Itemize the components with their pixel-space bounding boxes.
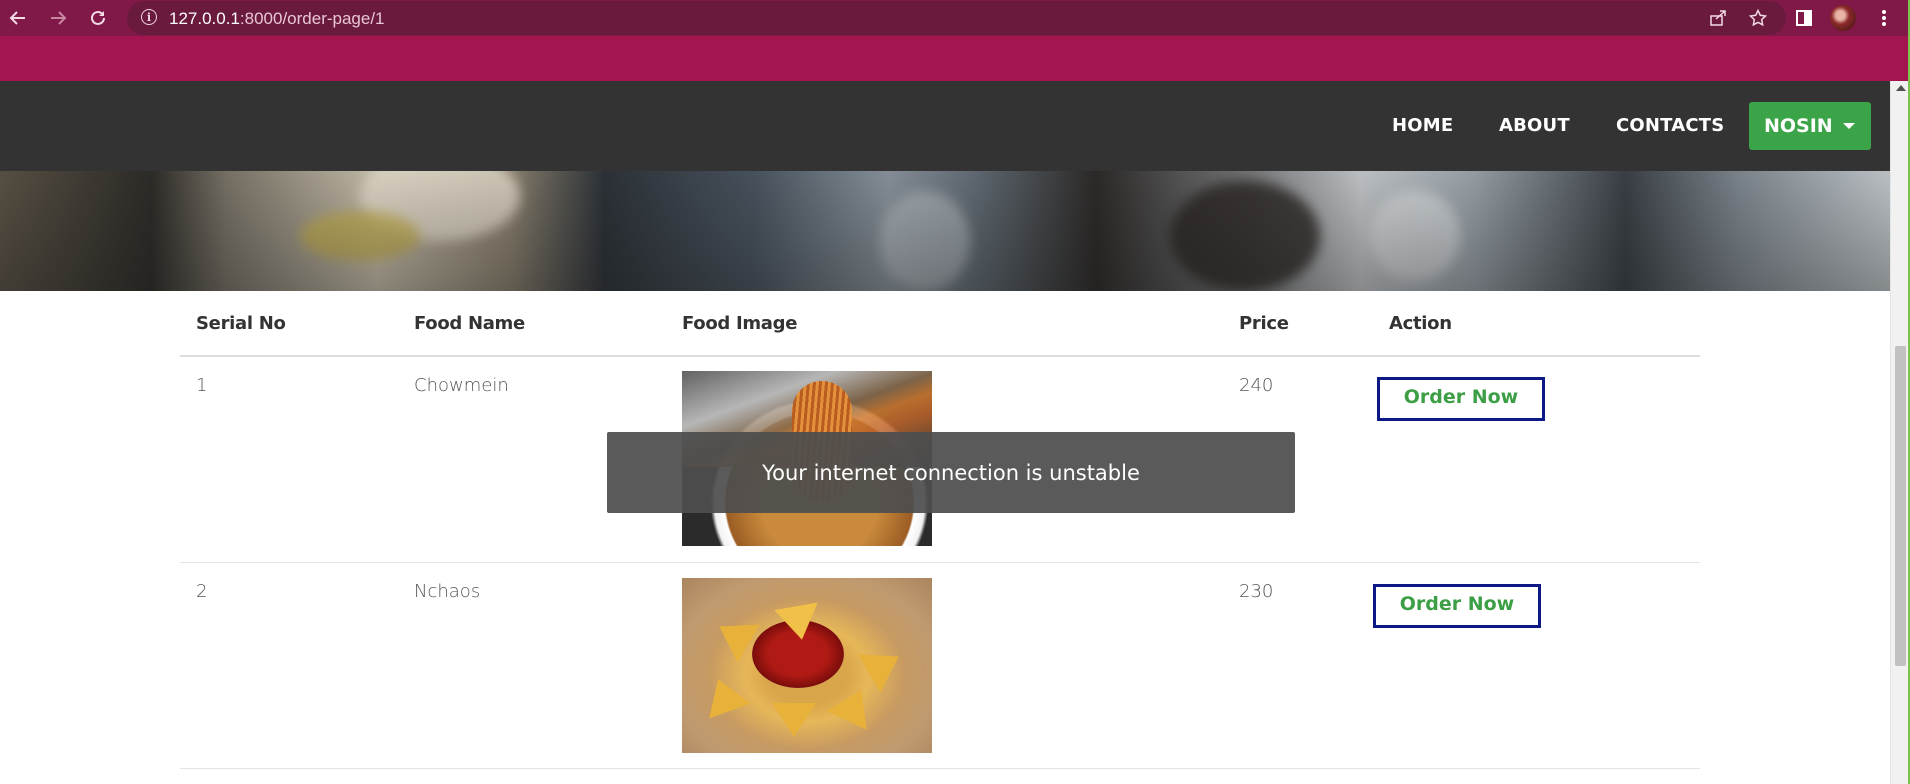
row-serial: 2 (196, 581, 208, 602)
user-name-label: NOSIN (1764, 115, 1833, 137)
scrollbar-thumb[interactable] (1895, 346, 1906, 666)
reload-icon[interactable] (86, 6, 110, 30)
url-host: 127.0.0.1 (169, 9, 240, 28)
user-dropdown-button[interactable]: NOSIN (1749, 102, 1871, 150)
header-serial-no: Serial No (196, 313, 286, 334)
row-divider (180, 768, 1700, 769)
site-navbar: HOME ABOUT CONTACTS NOSIN (0, 81, 1890, 171)
header-food-name: Food Name (414, 313, 525, 334)
arrow-right-icon[interactable] (46, 6, 70, 30)
header-divider (180, 355, 1700, 357)
profile-avatar[interactable] (1830, 5, 1856, 31)
site-info-icon[interactable]: i (141, 9, 157, 25)
header-price: Price (1239, 313, 1289, 334)
row-food-name: Chowmein (414, 375, 509, 396)
share-icon[interactable] (1706, 6, 1730, 30)
row-serial: 1 (196, 375, 208, 396)
browser-theme-strip (0, 36, 1910, 81)
nav-about-link[interactable]: ABOUT (1499, 115, 1570, 136)
hero-banner-image (0, 171, 1890, 291)
nachos-image (682, 578, 932, 753)
header-action: Action (1389, 313, 1452, 334)
order-now-button[interactable]: Order Now (1373, 584, 1541, 628)
caret-down-icon (1843, 123, 1855, 129)
hero-shade (0, 171, 1890, 291)
url-path: :8000/order-page/1 (239, 9, 385, 28)
side-panel-icon[interactable] (1792, 6, 1816, 30)
browser-toolbar: i 127.0.0.1:8000/order-page/1 (0, 0, 1910, 36)
kebab-menu-icon[interactable] (1872, 6, 1896, 30)
nav-home-link[interactable]: HOME (1392, 115, 1453, 136)
header-food-image: Food Image (682, 313, 798, 334)
address-bar[interactable]: i 127.0.0.1:8000/order-page/1 (127, 1, 1786, 35)
row-price: 230 (1239, 581, 1274, 602)
url-text[interactable]: 127.0.0.1:8000/order-page/1 (169, 9, 385, 29)
page-scrollbar[interactable] (1890, 81, 1910, 784)
star-icon[interactable] (1746, 6, 1770, 30)
row-divider (180, 562, 1700, 563)
connection-toast: Your internet connection is unstable (607, 432, 1295, 513)
arrow-left-icon[interactable] (6, 6, 30, 30)
toast-message: Your internet connection is unstable (762, 460, 1140, 485)
order-now-button[interactable]: Order Now (1377, 377, 1545, 421)
nav-contacts-link[interactable]: CONTACTS (1616, 115, 1724, 136)
row-food-name: Nchaos (414, 581, 481, 602)
row-price: 240 (1239, 375, 1274, 396)
scroll-up-arrow-icon[interactable] (1896, 85, 1906, 91)
